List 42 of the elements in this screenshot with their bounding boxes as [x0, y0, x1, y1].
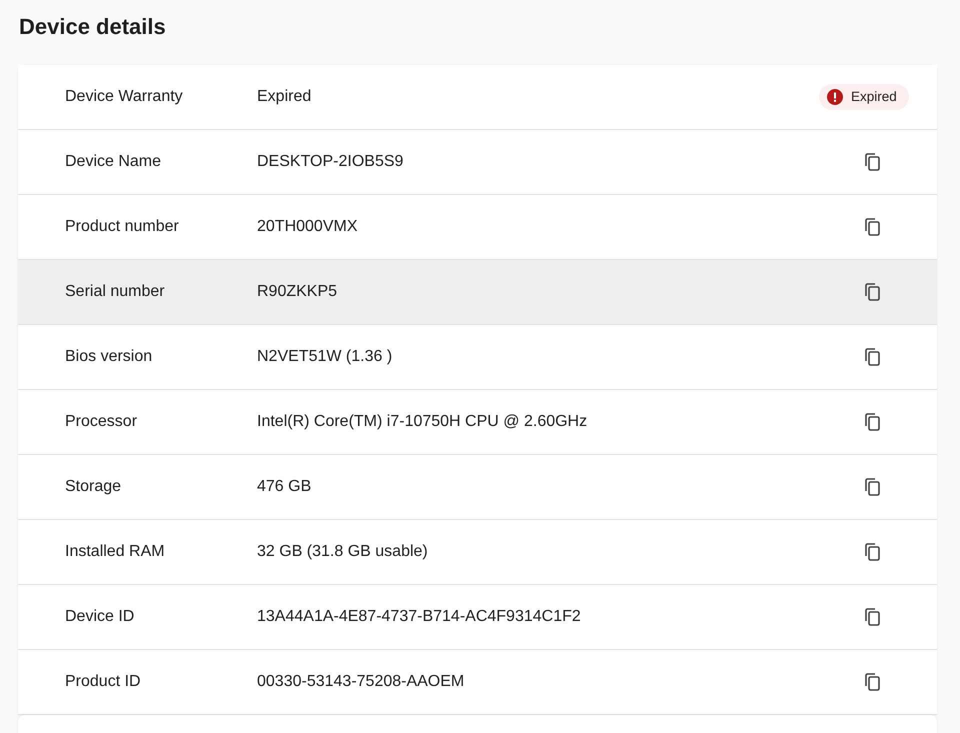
copy-icon [864, 152, 882, 172]
detail-value: R90ZKKP5 [257, 282, 338, 302]
error-icon [827, 89, 843, 105]
detail-value: Expired [257, 87, 312, 107]
detail-row[interactable]: Product ID 00330-53143-75208-AAOEM [18, 650, 937, 715]
detail-row[interactable]: Device ID 13A44A1A-4E87-4737-B714-AC4F9314C1F2 [18, 585, 937, 650]
badge-text: Expired [851, 88, 897, 106]
detail-label: Bios version [64, 347, 154, 367]
detail-label: Processor [64, 412, 138, 432]
detail-row[interactable]: Bios version N2VET51W (1.36 ) [18, 325, 937, 390]
detail-row[interactable]: Installed RAM 32 GB (31.8 GB usable) [18, 520, 937, 585]
detail-row[interactable]: Device Warranty Expired Expired [18, 65, 937, 130]
detail-value: 00330-53143-75208-AAOEM [257, 672, 466, 692]
detail-value: 476 GB [257, 477, 312, 497]
detail-label: Storage [64, 477, 122, 497]
detail-label: Product number [64, 217, 180, 237]
detail-row[interactable]: Device Name DESKTOP-2IOB5S9 [18, 130, 937, 195]
detail-value: 13A44A1A-4E87-4737-B714-AC4F9314C1F2 [257, 607, 582, 627]
copy-icon [864, 217, 882, 237]
detail-row[interactable]: Product number 20TH000VMX [18, 195, 937, 260]
detail-value: Intel(R) Core(TM) i7-10750H CPU @ 2.60GHz [257, 412, 588, 432]
detail-row[interactable]: Storage 476 GB [18, 455, 937, 520]
detail-label: Device ID [64, 607, 136, 627]
detail-label: Installed RAM [64, 542, 166, 562]
detail-value: DESKTOP-2IOB5S9 [257, 152, 404, 172]
detail-label: Device Name [64, 152, 162, 172]
detail-row[interactable]: Serial number R90ZKKP5 [18, 260, 937, 325]
copy-icon [864, 607, 882, 627]
copy-icon [864, 672, 882, 692]
copy-icon [864, 282, 882, 302]
detail-value: N2VET51W (1.36 ) [257, 347, 394, 367]
page-title: Device details [18, 13, 167, 41]
copy-icon [864, 347, 882, 367]
detail-label: Serial number [64, 282, 166, 302]
copy-icon [864, 477, 882, 497]
copy-icon [864, 412, 882, 432]
copy-icon [864, 542, 882, 562]
detail-row[interactable]: Processor Intel(R) Core(TM) i7-10750H CPU @ 2.60GHz [18, 390, 937, 455]
detail-value: 32 GB (31.8 GB usable) [257, 542, 429, 562]
detail-label: Device Warranty [64, 87, 184, 107]
detail-value: 20TH000VMX [257, 217, 358, 237]
detail-label: Product ID [64, 672, 142, 692]
